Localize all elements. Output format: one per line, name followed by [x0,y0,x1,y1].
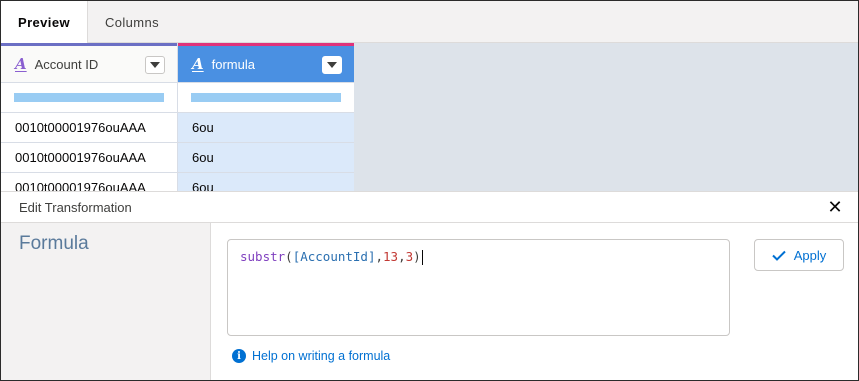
tab-columns[interactable]: Columns [88,1,176,43]
formula-paren-token: ( [285,249,293,264]
table-cell[interactable]: 0010t00001976ouAAA [1,113,177,143]
table-cell[interactable]: 0010t00001976ouAAA [1,173,177,191]
chevron-down-icon [150,62,160,68]
help-link-label: Help on writing a formula [252,349,391,363]
tab-bar: Preview Columns [1,1,858,44]
data-preview-grid: A Account ID 0010t00001976ouAAA 0010t000… [1,43,858,191]
table-cell[interactable]: 6ou [178,113,354,143]
table-cell[interactable]: 6ou [178,143,354,173]
edit-transformation-panel: Edit Transformation ✕ Formula substr([Ac… [1,191,858,380]
column-formula: A formula 6ou 6ou 6ou [178,43,354,191]
text-caret [421,250,423,265]
column-menu-button[interactable] [322,56,342,74]
table-cell[interactable]: 6ou [178,173,354,191]
info-icon: i [232,349,246,363]
formula-number-token: 3 [405,249,414,264]
formula-field-token: [AccountId] [292,249,376,264]
histogram-bar [191,93,341,102]
column-histogram [178,83,354,113]
apply-button-label: Apply [793,247,827,263]
panel-header: Edit Transformation ✕ [1,192,858,223]
column-header-account-id[interactable]: A Account ID [1,46,177,83]
help-link[interactable]: i Help on writing a formula [232,349,390,363]
column-header-label: formula [211,56,255,72]
column-header-label: Account ID [34,56,99,72]
check-icon [772,250,786,261]
column-histogram [1,83,177,113]
tab-preview[interactable]: Preview [1,1,88,44]
table-cell[interactable]: 0010t00001976ouAAA [1,143,177,173]
transformation-type-title: Formula [19,233,89,254]
text-type-icon: A [15,55,27,73]
app-frame: Preview Columns A Account ID 0010t000019… [0,0,859,381]
panel-title: Edit Transformation [19,199,132,215]
formula-comma-token: , [375,249,384,264]
chevron-down-icon [327,62,337,68]
formula-editor[interactable]: substr([AccountId],13,3) [227,239,730,336]
column-header-formula[interactable]: A formula [178,46,354,83]
close-icon[interactable]: ✕ [826,198,844,216]
tab-preview-label: Preview [18,15,70,30]
column-account-id: A Account ID 0010t00001976ouAAA 0010t000… [1,43,178,191]
formula-function-token: substr [240,249,286,264]
formula-number-token: 13 [383,249,399,264]
transformation-type-pane: Formula [1,223,211,380]
formula-comma-token: , [398,249,406,264]
histogram-bar [14,93,164,102]
apply-button[interactable]: Apply [754,239,844,271]
tab-columns-label: Columns [104,14,160,30]
column-menu-button[interactable] [145,56,165,74]
formula-paren-token: ) [413,249,421,264]
text-type-icon: A [192,55,204,73]
